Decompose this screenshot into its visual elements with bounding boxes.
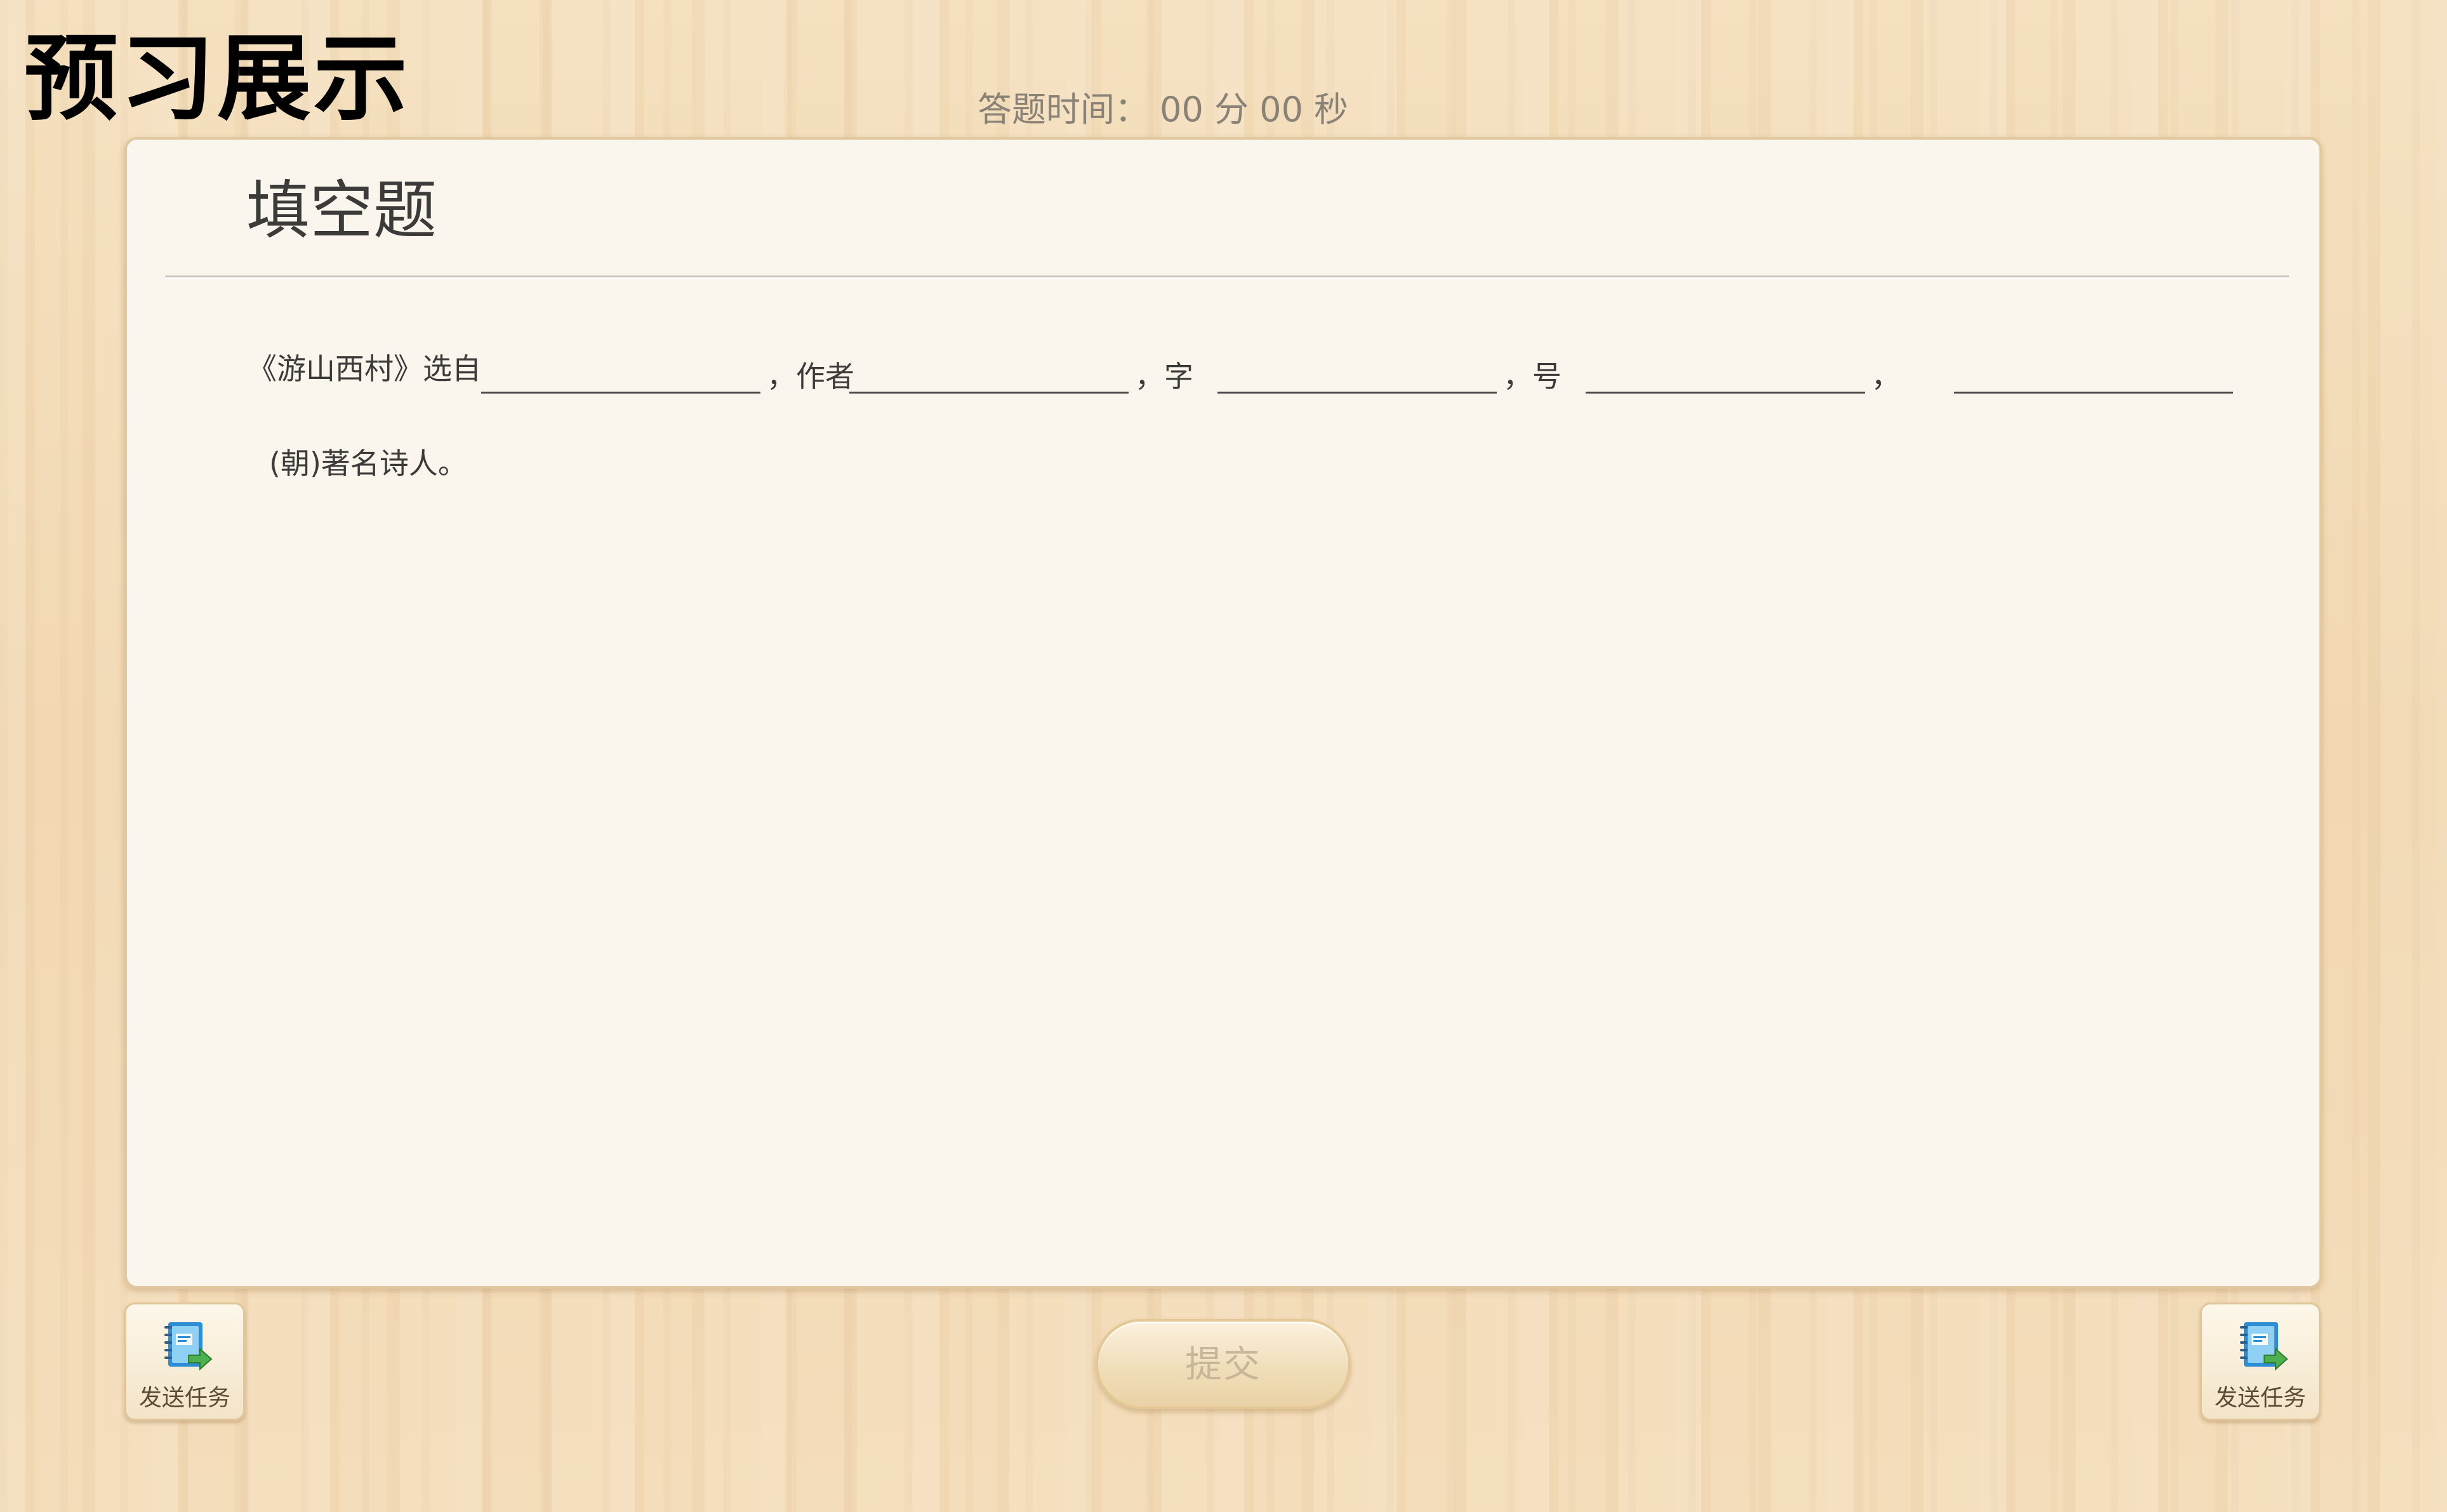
answer-blank-2[interactable] [849, 355, 1129, 394]
question-text-segment: ，字 [1135, 359, 1193, 394]
answer-blank-3[interactable] [1217, 355, 1497, 394]
answer-blank-5[interactable] [1954, 355, 2233, 394]
question-type-title: 填空题 [246, 173, 437, 248]
send-task-button-left[interactable]: 发送任务 [124, 1303, 245, 1421]
answer-blank-4[interactable] [1586, 355, 1865, 394]
question-line-2: (朝)著名诗人。 [269, 446, 467, 481]
submit-label: 提交 [1184, 1343, 1261, 1386]
question-text-segment: ，作者 [767, 359, 854, 394]
notebook-send-icon [164, 1322, 213, 1371]
question-text-segment: ， [1871, 359, 1900, 394]
question-card: 填空题 《游山西村》选自 ，作者 ，字 ，号 ， (朝)著名诗人。 [124, 137, 2322, 1289]
send-task-label: 发送任务 [2214, 1385, 2306, 1411]
answer-blank-1[interactable] [481, 355, 760, 394]
answer-timer: 答题时间： 00 分 00 秒 [978, 90, 1349, 129]
question-text-segment: 《游山西村》选自 [248, 352, 481, 386]
title-divider [165, 275, 2289, 279]
notebook-send-icon [2240, 1322, 2288, 1371]
question-line-1: 《游山西村》选自 ，作者 ，字 ，号 ， [248, 336, 2291, 394]
fill-in-question: 《游山西村》选自 ，作者 ，字 ，号 ， (朝)著名诗人。 [248, 336, 2291, 482]
submit-button[interactable]: 提交 [1096, 1319, 1351, 1409]
send-task-label: 发送任务 [138, 1385, 230, 1411]
page-title: 预习展示 [24, 24, 410, 133]
send-task-button-right[interactable]: 发送任务 [2200, 1303, 2321, 1421]
question-text-segment: ，号 [1503, 359, 1562, 394]
